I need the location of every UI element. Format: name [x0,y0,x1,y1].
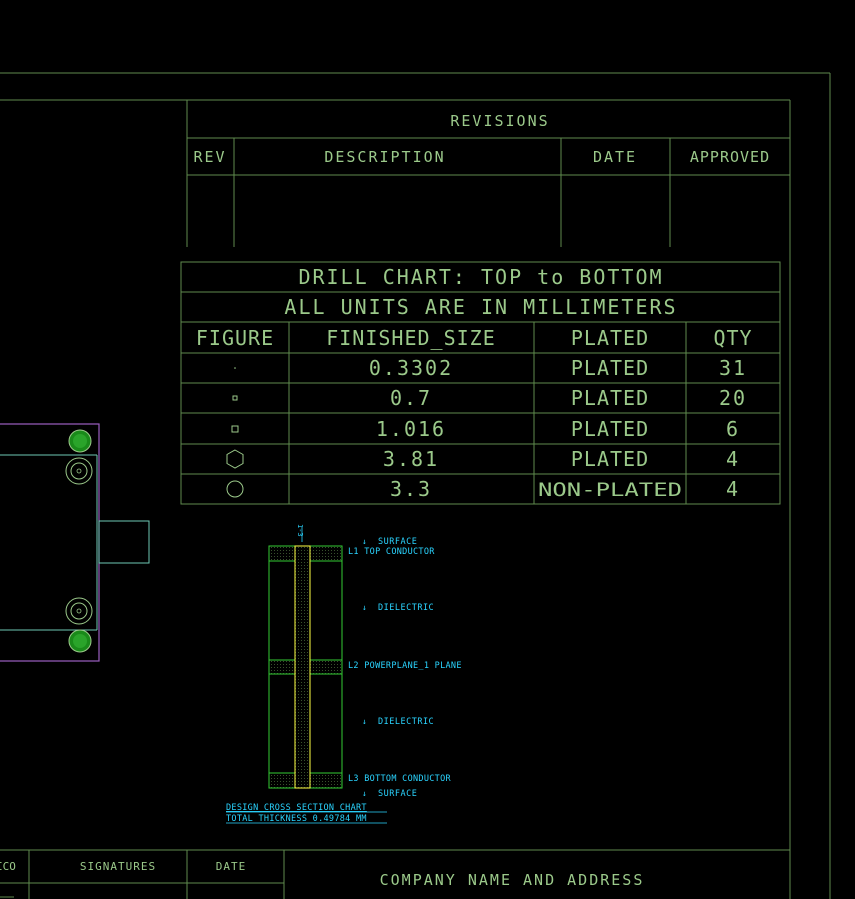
rev-header: REV [193,148,226,166]
plated-header: PLATED [571,326,649,350]
cross-section-caption: DESIGN CROSS SECTION CHART [226,803,367,813]
description-header: DESCRIPTION [324,148,445,166]
row-5-size: 3.3 [390,477,432,501]
row-2-size: 0.7 [390,386,432,410]
finished-size-header: FINISHED_SIZE [326,326,496,350]
row-5-qty: 4 [726,477,740,501]
surface-bottom-label: SURFACE [378,789,417,799]
dielectric-2-arrow: ↓ [362,717,367,726]
dielectric-1-label: DIELECTRIC [378,603,434,613]
pcb-board [0,423,150,662]
drill-chart-title: DRILL CHART: TOP to BOTTOM [298,265,663,289]
dot-icon [234,367,236,369]
dielectric-2-label: DIELECTRIC [378,717,434,727]
drill-chart-units: ALL UNITS ARE IN MILLIMETERS [284,295,677,319]
signatures-label: SIGNATURES [80,860,156,873]
mount-hole-bottom [65,597,93,625]
row-2-qty: 20 [719,386,747,410]
l3-label: L3 BOTTOM CONDUCTOR [348,774,452,784]
row-4-size: 3.81 [383,447,439,471]
title-block-partial-label: ICO [0,860,16,873]
row-3-size: 1.016 [376,417,446,441]
row-2-plated: PLATED [571,386,649,410]
date-header: DATE [593,148,637,166]
small-diamond-icon [232,395,238,401]
row-3-qty: 6 [726,417,740,441]
drawing-canvas: REVISIONS REV DESCRIPTION DATE APPROVED … [0,72,831,899]
figure-header: FIGURE [196,326,274,350]
mount-hole-top [65,457,93,485]
surface-top-arrow: ↓ [362,537,367,546]
circle-icon [226,480,244,498]
row-3-plated: PLATED [571,417,649,441]
row-4-plated: PLATED [571,447,649,471]
stackup-mark: 1-3 [296,524,304,537]
row-1-qty: 31 [719,356,747,380]
revisions-title: REVISIONS [450,112,549,130]
row-5-plated: NON-PLATED [538,479,682,501]
approved-header: APPROVED [690,148,770,166]
company-name-address: COMPANY NAME AND ADDRESS [380,871,645,889]
surface-bottom-arrow: ↓ [362,789,367,798]
row-1-plated: PLATED [571,356,649,380]
dielectric-1-arrow: ↓ [362,603,367,612]
title-date-label: DATE [216,860,247,873]
total-thickness-caption: TOTAL THICKNESS 0.49784 MM [226,814,367,824]
qty-header: QTY [713,326,752,350]
row-1-size: 0.3302 [369,356,453,380]
surface-top-label: SURFACE [378,537,417,547]
row-4-qty: 4 [726,447,740,471]
l2-label: L2 POWERPLANE_1 PLANE [348,661,462,671]
hexagon-icon [226,449,244,469]
small-square-icon [231,425,239,433]
cross-section-stackup [268,527,343,789]
l1-label: L1 TOP CONDUCTOR [348,547,435,557]
